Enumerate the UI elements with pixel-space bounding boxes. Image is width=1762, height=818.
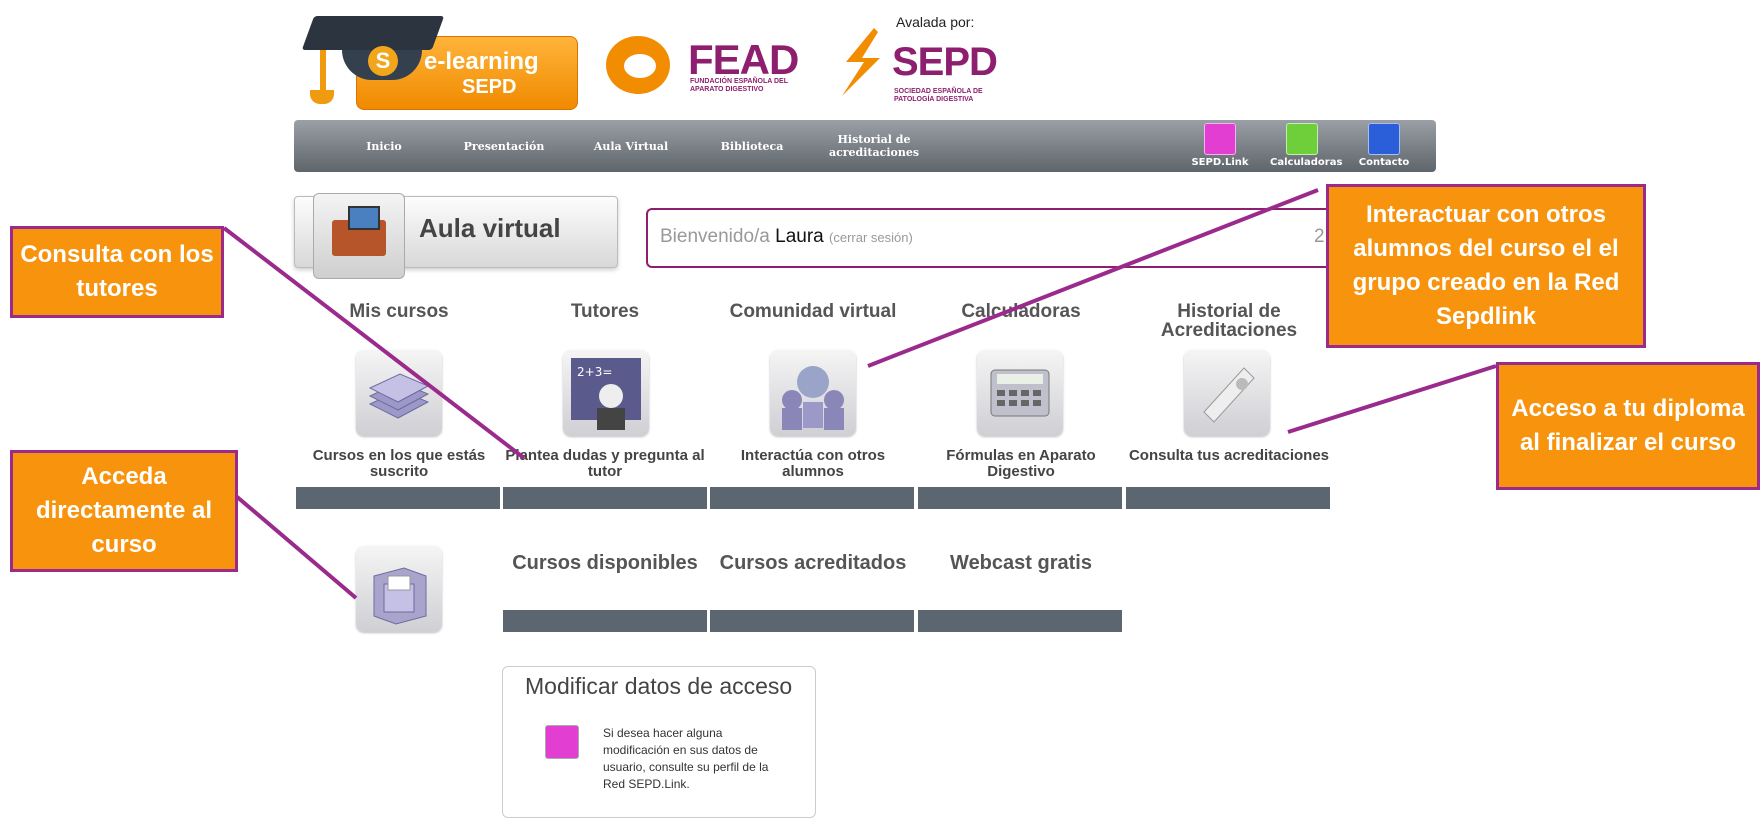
callout-community: Interactuar con otros alumnos del curso … (1326, 184, 1646, 348)
callout-tutors: Consulta con los tutores (10, 226, 224, 318)
course-callout-line (234, 494, 358, 600)
callout-diploma: Acceso a tu diploma al finalizar el curs… (1496, 362, 1760, 490)
diploma-callout-line (1287, 364, 1497, 434)
callout-course: Acceda directamente al curso (10, 450, 238, 572)
tutors-callout-line (222, 226, 526, 460)
community-callout-line (867, 188, 1319, 368)
